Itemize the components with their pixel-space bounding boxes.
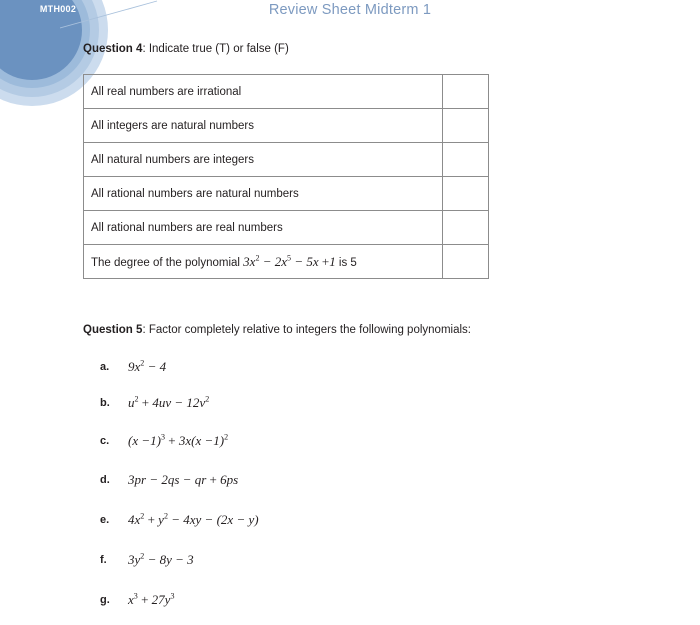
question-5-prompt: : Factor completely relative to integers…	[142, 324, 471, 336]
list-item: c. (x −1)3 + 3x(x −1)2	[100, 432, 228, 450]
statement-cell: All rational numbers are real numbers	[83, 210, 443, 245]
statement-cell: All integers are natural numbers	[83, 108, 443, 143]
item-letter: e.	[100, 513, 110, 526]
answer-cell[interactable]	[442, 244, 489, 279]
list-item: e. 4x2 + y2 − 4xy − (2x − y)	[100, 511, 259, 529]
statement-cell: All rational numbers are natural numbers	[83, 176, 443, 211]
answer-cell[interactable]	[442, 176, 489, 211]
item-expression: (x −1)3 + 3x(x −1)2	[128, 432, 229, 448]
list-item: f. 3y2 − 8y − 3	[100, 551, 194, 569]
item-letter: c.	[100, 434, 110, 447]
table-row: The degree of the polynomial 3x2 − 2x5 −…	[83, 244, 489, 279]
table-row: All rational numbers are real numbers	[83, 210, 489, 245]
true-false-table: All real numbers are irrational All inte…	[83, 74, 489, 279]
table-row: All real numbers are irrational	[83, 74, 489, 109]
item-letter: d.	[100, 473, 110, 486]
answer-cell[interactable]	[442, 210, 489, 245]
statement-prefix: The degree of the polynomial	[91, 256, 244, 269]
question-4-prompt: : Indicate true (T) or false (F)	[142, 43, 289, 55]
item-expression: 3pr − 2qs − qr + 6ps	[128, 471, 239, 487]
statement-cell: All natural numbers are integers	[83, 142, 443, 177]
question-5-label: Question 5	[83, 324, 143, 336]
document-title: Review Sheet Midterm 1	[268, 2, 432, 18]
table-row: All integers are natural numbers	[83, 108, 489, 143]
list-item: d. 3pr − 2qs − qr + 6ps	[100, 471, 238, 489]
item-letter: g.	[100, 593, 110, 606]
answer-cell[interactable]	[442, 142, 489, 177]
list-item: b. u2 + 4uv − 12v2	[100, 394, 209, 412]
answer-cell[interactable]	[442, 108, 489, 143]
question-4-heading: Question 4: Indicate true (T) or false (…	[83, 42, 289, 57]
answer-cell[interactable]	[442, 74, 489, 109]
item-expression: 4x2 + y2 − 4xy − (2x − y)	[128, 511, 259, 527]
statement-cell: All real numbers are irrational	[83, 74, 443, 109]
question-5-heading: Question 5: Factor completely relative t…	[83, 323, 471, 338]
item-letter: f.	[100, 553, 107, 566]
list-item: a. 9x2 − 4	[100, 358, 166, 376]
question-4-label: Question 4	[83, 43, 143, 55]
polynomial-expression: 3x2 − 2x5 − 5x +1	[243, 253, 336, 269]
table-row: All natural numbers are integers	[83, 142, 489, 177]
item-expression: u2 + 4uv − 12v2	[128, 394, 210, 410]
statement-cell: The degree of the polynomial 3x2 − 2x5 −…	[83, 244, 443, 279]
item-letter: b.	[100, 396, 110, 409]
statement-suffix: is 5	[335, 256, 357, 269]
item-expression: x3 + 27y3	[128, 591, 175, 607]
item-expression: 9x2 − 4	[128, 358, 167, 374]
item-expression: 3y2 − 8y − 3	[128, 551, 194, 567]
item-letter: a.	[100, 360, 110, 373]
page-header: MTH002 Review Sheet Midterm 1	[0, 0, 700, 106]
table-row: All rational numbers are natural numbers	[83, 176, 489, 211]
list-item: g. x3 + 27y3	[100, 591, 174, 609]
